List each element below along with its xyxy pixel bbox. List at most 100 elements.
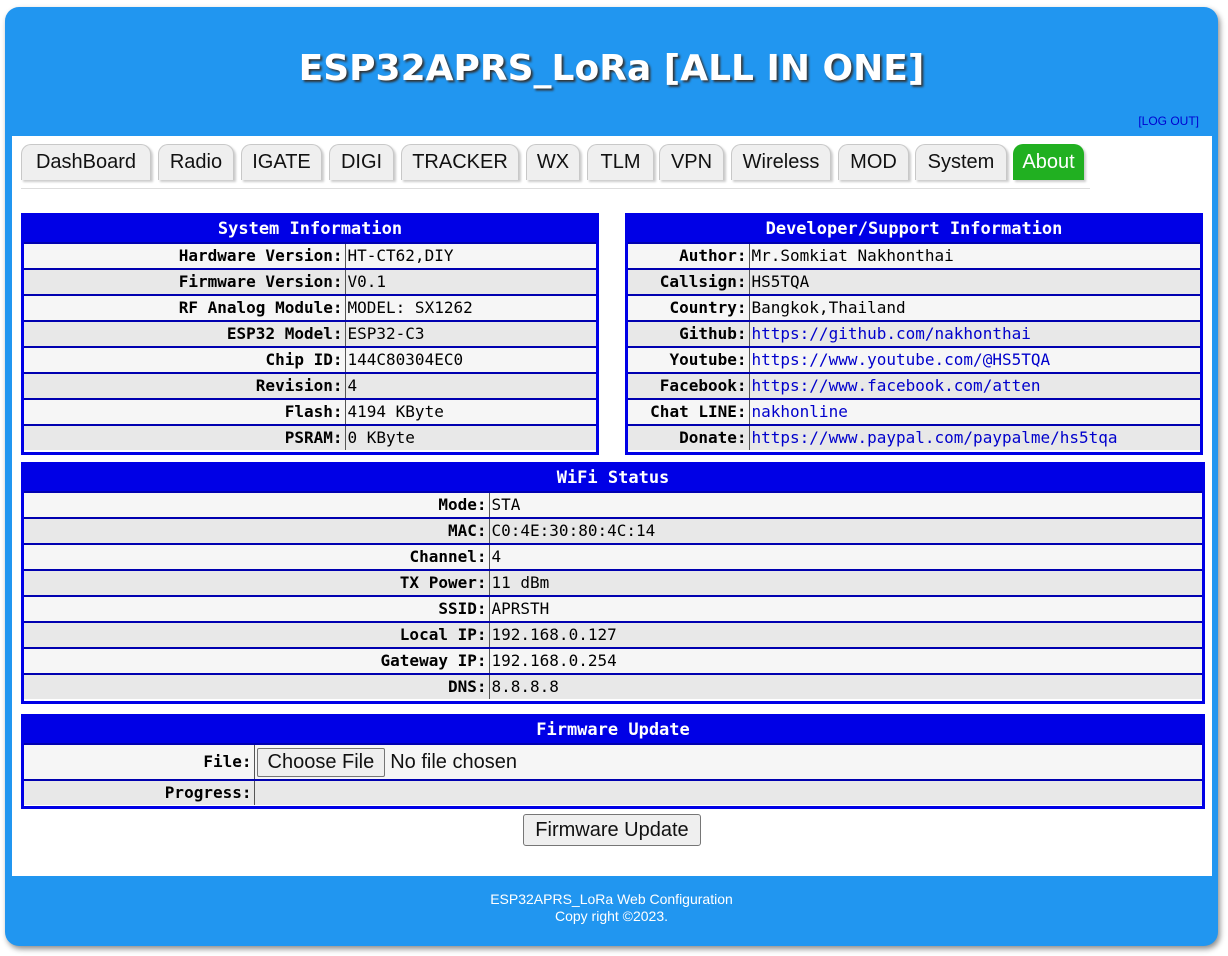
progress-row: Progress: [24, 779, 1202, 805]
nav-tabs: DashBoard Radio IGATE DIGI TRACKER WX TL… [21, 144, 1090, 189]
table-row: Donate: https://www.paypal.com/paypalme/h… [628, 424, 1200, 450]
youtube-link[interactable]: https://www.youtube.com/@HS5TQA [752, 350, 1051, 369]
row-value: HS5TQA [749, 268, 1200, 295]
table-row: Hardware Version: HT-CT62,DIY [24, 242, 596, 269]
row-value: 4 [345, 372, 596, 399]
row-value: 4 [489, 543, 1202, 570]
line-link[interactable]: nakhonline [752, 402, 848, 421]
row-label: MAC: [24, 517, 490, 544]
tab-digi[interactable]: DIGI [329, 144, 394, 180]
row-label: Country: [628, 294, 750, 321]
table-row: Country: Bangkok,Thailand [628, 294, 1200, 321]
system-info-title: System Information [24, 216, 596, 242]
table-row: Youtube: https://www.youtube.com/@HS5TQA [628, 346, 1200, 373]
progress-label: Progress: [24, 779, 255, 805]
tab-igate[interactable]: IGATE [241, 144, 322, 180]
table-row: Firmware Version: V0.1 [24, 268, 596, 295]
table-row: Chip ID: 144C80304EC0 [24, 346, 596, 373]
row-value: 8.8.8.8 [489, 673, 1202, 699]
row-label: Chat LINE: [628, 398, 750, 425]
logout-link[interactable]: [LOG OUT] [1138, 114, 1199, 128]
row-value: MODEL: SX1262 [345, 294, 596, 321]
tab-mod[interactable]: MOD [838, 144, 909, 180]
tab-dashboard[interactable]: DashBoard [21, 144, 151, 180]
footer-line-1: ESP32APRS_LoRa Web Configuration [490, 891, 733, 907]
row-label: Chip ID: [24, 346, 346, 373]
row-label: RF Analog Module: [24, 294, 346, 321]
tab-system[interactable]: System [915, 144, 1007, 180]
tab-wx[interactable]: WX [526, 144, 580, 180]
row-label: Hardware Version: [24, 242, 346, 269]
row-label: Author: [628, 242, 750, 269]
table-row: Chat LINE: nakhonline [628, 398, 1200, 425]
row-value: 192.168.0.254 [489, 647, 1202, 674]
tab-vpn[interactable]: VPN [659, 144, 724, 180]
choose-file-button[interactable]: Choose File [256, 747, 386, 777]
developer-info-table: Author: Mr.Somkiat Nakhonthai Callsign: HS… [628, 242, 1200, 450]
wifi-status-panel: WiFi Status Mode: STA MAC: C0:4E:30:80:4C:… [21, 462, 1205, 704]
row-label: Facebook: [628, 372, 750, 399]
firmware-update-button[interactable]: Firmware Update [523, 814, 701, 846]
page-title: ESP32APRS_LoRa [ALL IN ONE] [298, 48, 925, 89]
row-label: Revision: [24, 372, 346, 399]
firmware-update-table: File: Choose File No file chosen Progress… [24, 743, 1202, 805]
row-value: 192.168.0.127 [489, 621, 1202, 648]
row-label: Mode: [24, 491, 490, 518]
row-label: Callsign: [628, 268, 750, 295]
row-value: STA [489, 491, 1202, 518]
row-label: PSRAM: [24, 424, 346, 450]
table-row: Local IP: 192.168.0.127 [24, 621, 1202, 648]
row-value: 0 KByte [345, 424, 596, 450]
row-value: https://github.com/nakhonthai [749, 320, 1200, 347]
row-label: Donate: [628, 424, 750, 450]
row-value: nakhonline [749, 398, 1200, 425]
firmware-update-title: Firmware Update [24, 717, 1202, 743]
table-row: DNS: 8.8.8.8 [24, 673, 1202, 699]
firmware-update-panel: Firmware Update File: Choose File No file… [21, 714, 1205, 809]
tab-wireless[interactable]: Wireless [731, 144, 831, 180]
row-value: 11 dBm [489, 569, 1202, 596]
table-row: Facebook: https://www.facebook.com/atten [628, 372, 1200, 399]
table-row: Flash: 4194 KByte [24, 398, 596, 425]
row-value: 144C80304EC0 [345, 346, 596, 373]
row-value: HT-CT62,DIY [345, 242, 596, 269]
system-info-table: Hardware Version: HT-CT62,DIY Firmware Ve… [24, 242, 596, 450]
system-info-panel: System Information Hardware Version: HT-C… [21, 213, 599, 455]
row-label: Github: [628, 320, 750, 347]
row-label: Local IP: [24, 621, 490, 648]
row-label: Gateway IP: [24, 647, 490, 674]
row-value: V0.1 [345, 268, 596, 295]
row-value: Bangkok,Thailand [749, 294, 1200, 321]
file-row: File: Choose File No file chosen [24, 743, 1202, 780]
row-value: APRSTH [489, 595, 1202, 622]
row-value: https://www.facebook.com/atten [749, 372, 1200, 399]
footer: ESP32APRS_LoRa Web Configuration Copy ri… [5, 891, 1218, 925]
donate-link[interactable]: https://www.paypal.com/paypalme/hs5tqa [752, 428, 1118, 447]
tab-radio[interactable]: Radio [158, 144, 234, 180]
tab-tlm[interactable]: TLM [587, 144, 654, 180]
wifi-status-title: WiFi Status [24, 465, 1202, 491]
tab-about[interactable]: About [1013, 144, 1084, 180]
row-label: TX Power: [24, 569, 490, 596]
developer-info-title: Developer/Support Information [628, 216, 1200, 242]
row-label: DNS: [24, 673, 490, 699]
table-row: Github: https://github.com/nakhonthai [628, 320, 1200, 347]
footer-line-2: Copy right ©2023. [554, 908, 669, 924]
row-label: Youtube: [628, 346, 750, 373]
table-row: TX Power: 11 dBm [24, 569, 1202, 596]
table-row: RF Analog Module: MODEL: SX1262 [24, 294, 596, 321]
table-row: Mode: STA [24, 491, 1202, 518]
table-row: MAC: C0:4E:30:80:4C:14 [24, 517, 1202, 544]
row-value: C0:4E:30:80:4C:14 [489, 517, 1202, 544]
tab-tracker[interactable]: TRACKER [401, 144, 519, 180]
github-link[interactable]: https://github.com/nakhonthai [752, 324, 1031, 343]
row-value: https://www.paypal.com/paypalme/hs5tqa [749, 424, 1200, 450]
row-label: Channel: [24, 543, 490, 570]
facebook-link[interactable]: https://www.facebook.com/atten [752, 376, 1041, 395]
row-label: ESP32 Model: [24, 320, 346, 347]
progress-value [254, 779, 1202, 805]
table-row: SSID: APRSTH [24, 595, 1202, 622]
file-status: No file chosen [390, 751, 517, 773]
row-label: SSID: [24, 595, 490, 622]
row-value: https://www.youtube.com/@HS5TQA [749, 346, 1200, 373]
